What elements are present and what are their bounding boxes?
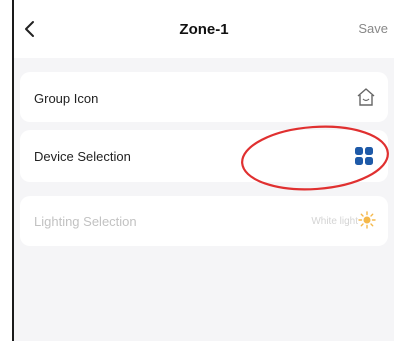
lighting-selection-row: Lighting Selection White light: [20, 196, 388, 246]
group-icon-label: Group Icon: [34, 91, 99, 106]
sun-icon: [358, 211, 376, 229]
home-icon: [357, 88, 375, 106]
navigation-bar: Zone-1 Save: [14, 0, 394, 58]
device-selection-label: Device Selection: [34, 149, 131, 164]
app-frame: Zone-1 Save Group Icon Device Selection: [0, 0, 394, 341]
highlight-circle: [241, 125, 389, 191]
group-icon-row[interactable]: Group Icon: [20, 72, 388, 122]
lighting-selection-label: Lighting Selection: [34, 214, 137, 229]
save-button[interactable]: Save: [358, 21, 388, 36]
page-title: Zone-1: [179, 21, 229, 38]
lighting-selection-value: White light: [311, 216, 358, 227]
